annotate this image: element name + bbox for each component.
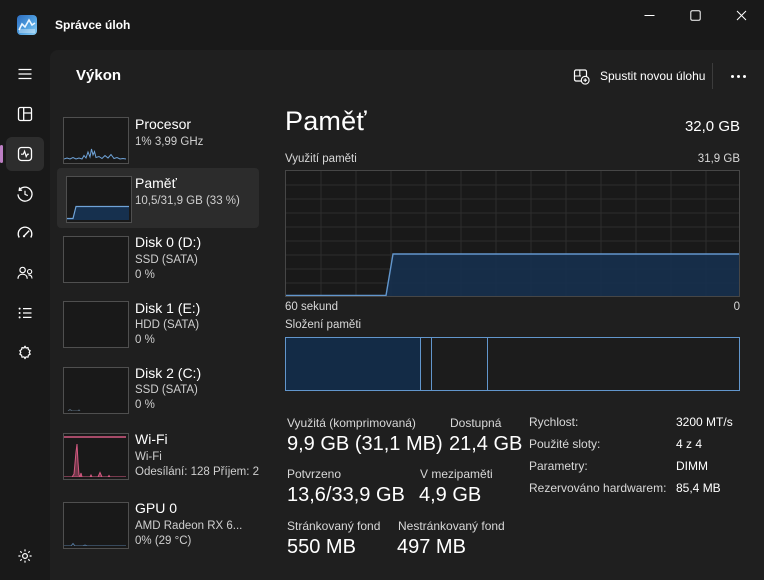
composition-label: Složení paměti <box>285 319 361 331</box>
maximize-icon <box>690 10 701 21</box>
run-new-task-button[interactable]: Spustit novou úlohu <box>562 60 715 92</box>
detail-value: 85,4 MB <box>676 481 721 495</box>
stat-label: Stránkovaný fond <box>287 519 380 533</box>
stat-value: 497 MB <box>397 536 466 559</box>
perf-item-sub: Wi-Fi <box>135 451 162 463</box>
memory-usage-graph <box>285 170 740 297</box>
composition-in-use-segment <box>286 338 421 390</box>
task-manager-window: Správce úloh <box>0 0 764 580</box>
cpu-mini-graph <box>63 117 129 164</box>
perf-item-title: GPU 0 <box>135 500 177 516</box>
minimize-icon <box>644 10 655 21</box>
window-controls <box>626 0 764 30</box>
perf-item-title: Wi-Fi <box>135 431 168 447</box>
app-history-icon <box>15 184 35 204</box>
sidebar-selected-pill <box>0 145 3 163</box>
users-icon <box>15 263 35 283</box>
sidebar-item-performance[interactable] <box>6 137 44 171</box>
usage-graph-max: 31,9 GB <box>698 153 740 165</box>
sidebar-item-app-history[interactable] <box>6 177 44 211</box>
task-manager-logo <box>17 15 37 35</box>
services-icon <box>15 343 35 363</box>
perf-item-sub: Odesílání: 128 Příjem: 2 <box>135 466 285 478</box>
performance-icon <box>15 144 35 164</box>
more-ellipsis-icon <box>731 75 734 78</box>
timeline-zero-label: 0 <box>734 301 740 313</box>
perf-item-sub: 0 % <box>135 269 155 281</box>
timeline-label: 60 sekund <box>285 301 338 313</box>
perf-item-title: Disk 2 (C:) <box>135 365 201 381</box>
window-title: Správce úloh <box>55 18 130 32</box>
details-icon <box>15 303 35 323</box>
stat-label: V mezipaměti <box>420 467 493 481</box>
stat-label: Nestránkovaný fond <box>398 519 505 533</box>
detail-value: 4 z 4 <box>676 437 702 451</box>
settings-gear-icon <box>15 546 35 566</box>
perf-item-title: Procesor <box>135 116 191 132</box>
wifi-mini-graph <box>63 433 129 480</box>
content-panel: Výkon Spustit novou úlohu Procesor 1% 3,… <box>50 50 764 580</box>
hamburger-icon <box>15 64 35 84</box>
titlebar: Správce úloh <box>0 0 764 50</box>
sidebar-item-details[interactable] <box>6 296 44 330</box>
stat-label: Využitá (komprimovaná) <box>287 416 416 430</box>
startup-apps-icon <box>15 223 35 243</box>
stat-value: 9,9 GB (31,1 MB) <box>287 433 443 456</box>
perf-item-sub: 0 % <box>135 334 155 346</box>
composition-divider <box>487 338 488 390</box>
settings-button[interactable] <box>6 539 44 573</box>
perf-item-title: Disk 1 (E:) <box>135 300 200 316</box>
sidebar <box>0 50 50 580</box>
perf-item-sub: SSD (SATA) <box>135 254 198 266</box>
composition-divider <box>431 338 432 390</box>
detail-label: Rezervováno hardwarem: <box>529 481 666 495</box>
perf-item-sub: 0 % <box>135 399 155 411</box>
memory-total-capacity: 32,0 GB <box>685 118 740 135</box>
disk1-mini-graph <box>63 301 129 348</box>
stat-label: Dostupná <box>450 416 501 430</box>
perf-item-sub: 1% 3,99 GHz <box>135 136 203 148</box>
more-options-button[interactable] <box>718 60 758 92</box>
header-divider <box>712 63 713 89</box>
close-button[interactable] <box>718 0 764 30</box>
page-title: Výkon <box>76 67 121 84</box>
memory-mini-graph <box>66 176 132 223</box>
detail-label: Rychlost: <box>529 415 578 429</box>
new-task-icon <box>572 67 591 86</box>
stat-value: 550 MB <box>287 536 356 559</box>
run-new-task-label: Spustit novou úlohu <box>600 69 705 83</box>
disk2-mini-graph <box>63 367 129 414</box>
sidebar-item-users[interactable] <box>6 256 44 290</box>
stat-value: 4,9 GB <box>419 484 481 507</box>
detail-label: Použité sloty: <box>529 437 600 451</box>
close-icon <box>736 10 747 21</box>
perf-item-sub: 0% (29 °C) <box>135 535 191 547</box>
processes-icon <box>15 104 35 124</box>
stat-value: 13,6/33,9 GB <box>287 484 405 507</box>
detail-value: 3200 MT/s <box>676 415 733 429</box>
hamburger-menu-button[interactable] <box>6 57 44 91</box>
perf-item-sub: 10,5/31,9 GB (33 %) <box>135 195 240 207</box>
detail-label: Parametry: <box>529 459 588 473</box>
perf-item-title: Disk 0 (D:) <box>135 234 201 250</box>
perf-item-sub: HDD (SATA) <box>135 319 199 331</box>
stat-value: 21,4 GB <box>449 433 522 456</box>
sidebar-item-startup-apps[interactable] <box>6 216 44 250</box>
minimize-button[interactable] <box>626 0 672 30</box>
gpu-mini-graph <box>63 502 129 549</box>
maximize-button[interactable] <box>672 0 718 30</box>
sidebar-item-processes[interactable] <box>6 97 44 131</box>
perf-item-title: Paměť <box>135 175 177 191</box>
perf-item-sub: AMD Radeon RX 6... <box>135 520 242 532</box>
disk0-mini-graph <box>63 236 129 283</box>
usage-graph-label: Využití paměti <box>285 153 357 165</box>
detail-value: DIMM <box>676 459 708 473</box>
perf-item-sub: SSD (SATA) <box>135 384 198 396</box>
sidebar-item-services[interactable] <box>6 336 44 370</box>
memory-panel-title: Paměť <box>285 106 367 137</box>
memory-composition-bar <box>285 337 740 391</box>
stat-label: Potvrzeno <box>287 467 341 481</box>
